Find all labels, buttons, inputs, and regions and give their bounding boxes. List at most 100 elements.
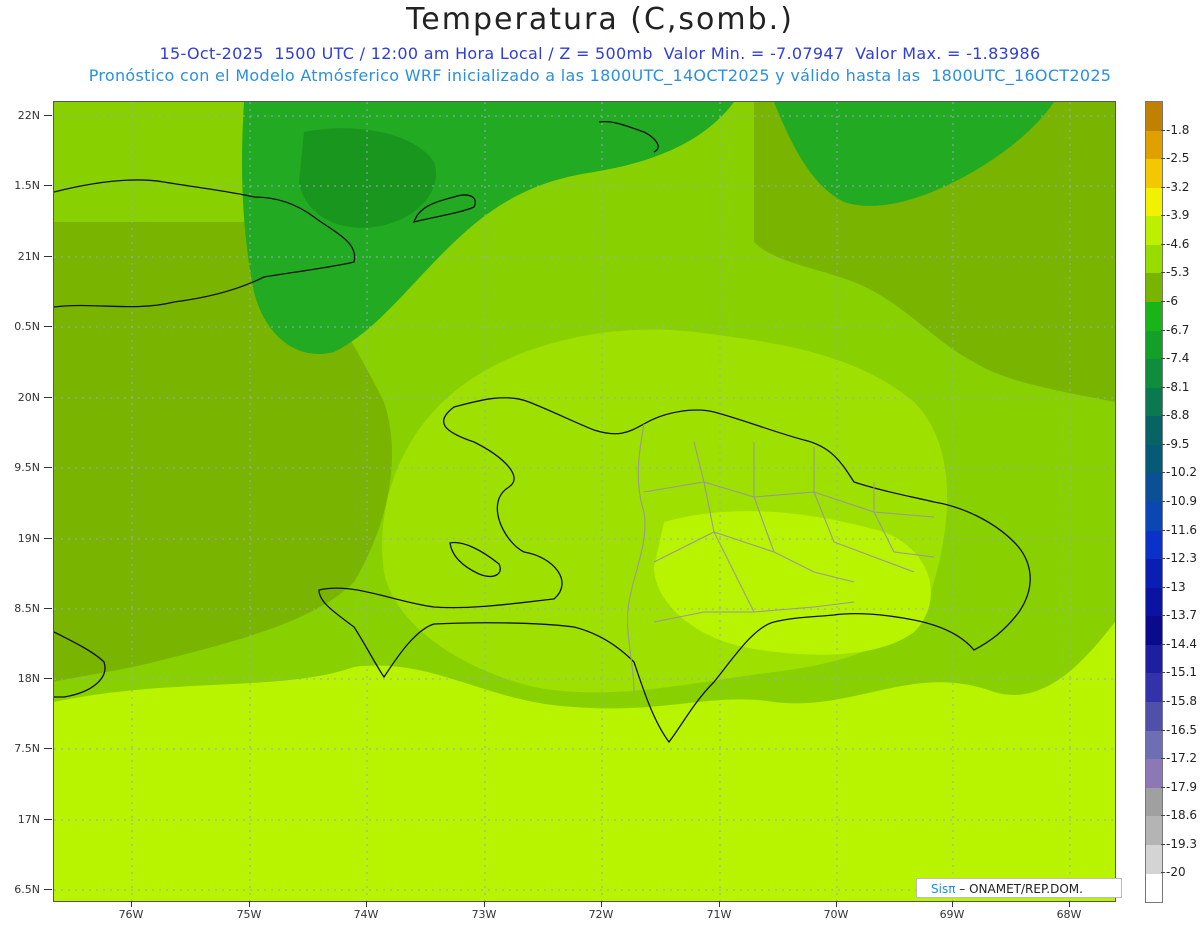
colorbar-tick — [1161, 129, 1165, 131]
colorbar-tick — [1161, 443, 1165, 445]
lat-label: 9.5N — [14, 461, 40, 474]
credit-badge: Sisπ – ONAMET/REP.DOM. — [916, 878, 1122, 898]
colorbar-tick — [1161, 243, 1165, 245]
temperature-map — [53, 101, 1116, 902]
map-canvas — [54, 102, 1115, 901]
colorbar-tick — [1161, 786, 1165, 788]
lat-tick — [44, 678, 52, 679]
lon-tick — [601, 901, 602, 907]
lon-label: 70W — [823, 908, 849, 921]
lon-tick — [249, 901, 250, 907]
lat-tick — [44, 397, 52, 398]
colorbar-swatch — [1146, 159, 1162, 189]
colorbar-swatch — [1146, 644, 1162, 674]
lon-tick — [484, 901, 485, 907]
lat-tick — [44, 748, 52, 749]
colorbar-swatch — [1146, 587, 1162, 617]
colorbar-tick — [1161, 472, 1165, 474]
colorbar-tick — [1161, 358, 1165, 360]
colorbar-tick — [1161, 615, 1165, 617]
colorbar-label: -4.6 — [1166, 236, 1190, 251]
lat-label: 22N — [17, 109, 40, 122]
lat-label: 6.5N — [14, 883, 40, 896]
colorbar-label: -2.5 — [1166, 151, 1190, 166]
credit-brand: Sisπ — [931, 882, 956, 896]
lon-tick — [131, 901, 132, 907]
lon-label: 69W — [939, 908, 965, 921]
credit-text: – ONAMET/REP.DOM. — [959, 882, 1083, 896]
colorbar-swatch — [1146, 416, 1162, 446]
colorbar-label: -19.3 — [1166, 836, 1198, 851]
colorbar-label: -11.6 — [1166, 522, 1198, 537]
map-title: Temperatura (C,somb.) — [406, 2, 794, 37]
colorbar-label: -9.5 — [1166, 436, 1190, 451]
colorbar-tick — [1161, 329, 1165, 331]
lat-tick — [44, 467, 52, 468]
colorbar-tick — [1161, 186, 1165, 188]
colorbar-tick — [1161, 843, 1165, 845]
map-subtitle-valid-time: 15-Oct-2025 1500 UTC / 12:00 am Hora Loc… — [159, 44, 1041, 63]
lat-tick — [44, 819, 52, 820]
colorbar-label: -8.1 — [1166, 379, 1190, 394]
colorbar-label: -7.4 — [1166, 351, 1190, 366]
colorbar-tick — [1161, 815, 1165, 817]
colorbar-tick — [1161, 758, 1165, 760]
lat-tick — [44, 608, 52, 609]
colorbar-swatch — [1146, 787, 1162, 817]
colorbar-swatch — [1146, 444, 1162, 474]
colorbar-label: -1.8 — [1166, 122, 1190, 137]
lat-label: 19N — [17, 532, 40, 545]
colorbar-swatch — [1146, 759, 1162, 789]
lon-label: 74W — [353, 908, 379, 921]
lat-tick — [44, 115, 52, 116]
colorbar-label: -20 — [1166, 865, 1186, 880]
lat-label: 18N — [17, 672, 40, 685]
colorbar-swatch — [1146, 844, 1162, 874]
lon-tick — [1069, 901, 1070, 907]
colorbar-label: -3.2 — [1166, 179, 1190, 194]
colorbar-swatch — [1146, 244, 1162, 274]
lat-label: 7.5N — [14, 742, 40, 755]
colorbar-swatch — [1146, 330, 1162, 360]
lat-label: 0.5N — [14, 320, 40, 333]
lat-label: 21N — [17, 250, 40, 263]
colorbar-tick — [1161, 672, 1165, 674]
colorbar-tick — [1161, 558, 1165, 560]
lon-tick — [952, 901, 953, 907]
colorbar-tick — [1161, 586, 1165, 588]
lat-tick — [44, 185, 52, 186]
colorbar-swatch — [1146, 816, 1162, 846]
colorbar-label: -13 — [1166, 579, 1186, 594]
colorbar-tick — [1161, 415, 1165, 417]
lat-label: 1.5N — [14, 179, 40, 192]
colorbar-swatch — [1146, 187, 1162, 217]
lon-tick — [836, 901, 837, 907]
lon-label: 72W — [588, 908, 614, 921]
colorbar-tick — [1161, 215, 1165, 217]
colorbar-swatch — [1146, 302, 1162, 331]
colorbar-label: -13.7 — [1166, 608, 1198, 623]
colorbar-label: -5.3 — [1166, 265, 1190, 280]
colorbar-swatch — [1146, 473, 1162, 503]
colorbar-label: -10.2 — [1166, 465, 1198, 480]
colorbar-label: -18.6 — [1166, 808, 1198, 823]
lat-label: 8.5N — [14, 602, 40, 615]
colorbar-label: -15.8 — [1166, 694, 1198, 708]
lon-label: 68W — [1056, 908, 1082, 921]
colorbar-swatch — [1146, 130, 1162, 160]
colorbar-tick — [1161, 301, 1165, 302]
colorbar-tick — [1161, 643, 1165, 645]
lat-tick — [44, 326, 52, 327]
colorbar-swatch — [1146, 387, 1162, 417]
colorbar-tick — [1161, 529, 1165, 531]
colorbar-swatch — [1146, 102, 1162, 131]
lon-label: 71W — [706, 908, 732, 921]
colorbar-swatch — [1146, 616, 1162, 646]
colorbar-tick — [1161, 501, 1165, 502]
colorbar-tick — [1161, 701, 1165, 702]
lat-tick — [44, 538, 52, 539]
colorbar-swatch — [1146, 702, 1162, 731]
colorbar-label: -17.2 — [1166, 751, 1198, 766]
lat-tick — [44, 889, 52, 890]
colorbar-label: -16.5 — [1166, 722, 1198, 737]
